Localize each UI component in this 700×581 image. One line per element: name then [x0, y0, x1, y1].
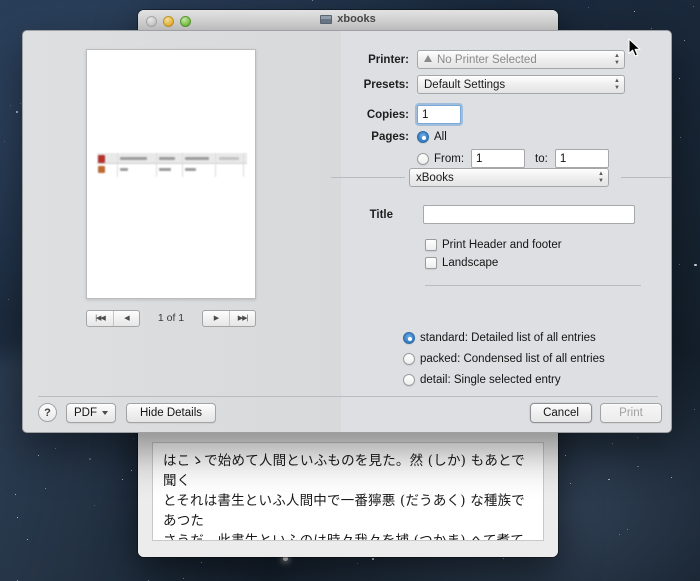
landscape-option[interactable]: Landscape — [425, 257, 498, 269]
pages-from-option[interactable]: From: — [417, 152, 465, 165]
pages-label: Pages: — [371, 131, 409, 143]
printer-row: Printer: No Printer Selected ▲ ▼ — [341, 50, 641, 69]
pages-to-input[interactable]: 1 — [554, 149, 609, 168]
title-label: Title — [369, 208, 393, 221]
print-button[interactable]: Print — [600, 403, 662, 423]
title-input[interactable] — [423, 205, 635, 224]
preview-table-thumbnail — [97, 153, 247, 177]
pages-from-input[interactable]: 1 — [471, 149, 526, 168]
presets-value: Default Settings — [424, 78, 506, 91]
layout-option-packed[interactable]: packed: Condensed list of all entries — [403, 353, 605, 365]
chevron-updown-icon: ▲ ▼ — [598, 170, 604, 184]
print-dialog[interactable]: |◀◀ ◀ 1 of 1 ▶ ▶▶| Printer: No Printer S… — [22, 30, 672, 433]
layout-option-standard[interactable]: standard: Detailed list of all entries — [403, 332, 596, 344]
printer-select[interactable]: No Printer Selected ▲ ▼ — [417, 50, 625, 69]
pages-to-label: to: — [535, 152, 548, 165]
page-nav-forward-group[interactable]: ▶ ▶▶| — [202, 309, 256, 327]
pages-row: Pages: All — [341, 131, 641, 143]
copies-label: Copies: — [366, 108, 409, 121]
print-preview-page — [86, 49, 256, 299]
pages-all-radio[interactable] — [417, 131, 429, 143]
pages-range-row: From: 1 to: 1 — [409, 149, 659, 168]
next-page-button[interactable]: ▶ — [203, 311, 229, 326]
previous-page-button[interactable]: ◀ — [113, 310, 139, 326]
title-row: Title — [341, 205, 661, 224]
document-line-3: さうだ。此書生といふのは時々我々を捕 (つかま) へて煮て食ふと — [163, 533, 525, 541]
window-title-area: xbooks — [138, 13, 558, 25]
desktop: xbooks Author Book Title 吾輩は猫である Categor… — [0, 0, 700, 581]
layout-packed-label: packed: Condensed list of all entries — [420, 353, 605, 365]
print-header-footer-checkbox[interactable] — [425, 239, 437, 251]
copies-row: Copies: 1 — [341, 105, 641, 124]
landscape-label: Landscape — [442, 257, 499, 269]
pages-all-option[interactable]: All — [417, 131, 447, 143]
help-icon: ? — [44, 406, 51, 419]
layout-standard-label: standard: Detailed list of all entries — [420, 332, 596, 344]
pages-from-label: From: — [434, 152, 465, 165]
printer-value: No Printer Selected — [437, 53, 537, 66]
document-line-2: とそれは書生といふ人間中で一番獰悪 (だうあく) な種族であつた — [163, 493, 526, 529]
pages-from-value: 1 — [476, 152, 483, 165]
cancel-button[interactable]: Cancel — [530, 403, 592, 423]
page-count-label: 1 of 1 — [157, 312, 185, 324]
landscape-checkbox[interactable] — [425, 257, 437, 269]
hide-details-button[interactable]: Hide Details — [126, 403, 216, 423]
copies-input[interactable]: 1 — [417, 105, 461, 124]
pdf-button[interactable]: PDF — [66, 403, 116, 423]
print-header-footer-option[interactable]: Print Header and footer — [425, 239, 562, 251]
copies-value: 1 — [422, 108, 429, 121]
document-icon — [320, 14, 333, 24]
layout-standard-radio[interactable] — [403, 332, 415, 344]
print-label: Print — [619, 407, 643, 419]
presets-select[interactable]: Default Settings ▲ ▼ — [417, 75, 625, 94]
printer-label: Printer: — [368, 53, 409, 66]
pages-from-radio[interactable] — [417, 152, 429, 165]
bottom-separator — [38, 396, 658, 397]
chevron-updown-icon: ▲ ▼ — [614, 52, 620, 66]
help-button[interactable]: ? — [38, 403, 57, 422]
page-nav-back-group[interactable]: |◀◀ ◀ — [86, 309, 140, 327]
document-line-1: はこゝで始めて人間といふものを見た。然 (しか) もあとで聞く — [163, 453, 526, 489]
layout-packed-radio[interactable] — [403, 353, 415, 365]
document-text-panel: はこゝで始めて人間といふものを見た。然 (しか) もあとで聞く とそれは書生とい… — [152, 442, 544, 541]
window-titlebar[interactable]: xbooks — [138, 10, 558, 32]
pdf-label: PDF — [74, 407, 97, 419]
presets-row: Presets: Default Settings ▲ ▼ — [341, 75, 641, 94]
layout-detail-label: detail: Single selected entry — [420, 374, 561, 386]
print-header-footer-label: Print Header and footer — [442, 239, 562, 251]
pane-separator-left — [331, 177, 405, 178]
first-page-button[interactable]: |◀◀ — [87, 311, 113, 326]
presets-label: Presets: — [363, 78, 409, 91]
chevron-down-icon — [102, 411, 108, 415]
layout-detail-radio[interactable] — [403, 374, 415, 386]
pages-to-value: 1 — [559, 152, 567, 165]
options-separator — [425, 285, 641, 286]
last-page-button[interactable]: ▶▶| — [229, 310, 255, 326]
pages-all-label: All — [434, 131, 447, 143]
warning-triangle-icon — [424, 55, 432, 62]
print-options-form: Printer: No Printer Selected ▲ ▼ Presets:… — [331, 31, 671, 432]
hide-details-label: Hide Details — [140, 407, 202, 419]
print-pane-value: xBooks — [416, 171, 454, 184]
chevron-updown-icon: ▲ ▼ — [614, 77, 620, 91]
preview-page-navigation[interactable]: |◀◀ ◀ 1 of 1 ▶ ▶▶| — [86, 309, 256, 327]
pane-separator-right — [621, 177, 671, 178]
window-title: xbooks — [337, 13, 376, 25]
layout-option-detail[interactable]: detail: Single selected entry — [403, 374, 561, 386]
cancel-label: Cancel — [543, 407, 579, 419]
print-pane-select[interactable]: xBooks ▲ ▼ — [409, 168, 609, 187]
